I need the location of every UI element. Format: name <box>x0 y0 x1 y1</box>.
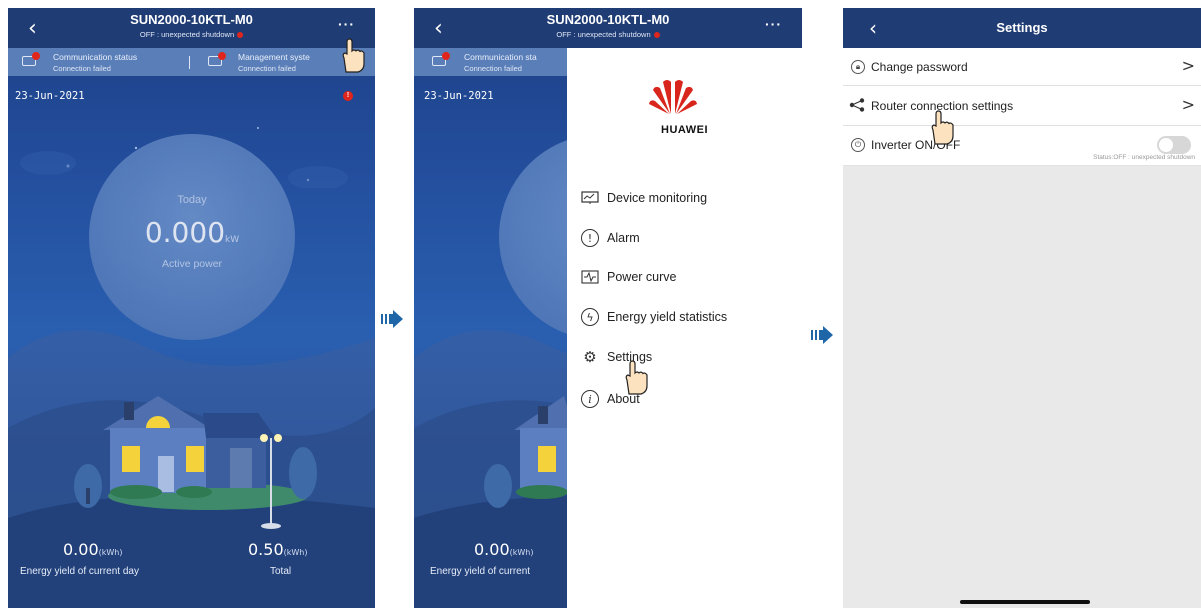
device-status-text: OFF : unexpected shutdown <box>139 30 235 39</box>
device-header: ‹ SUN2000-10KTL-M0 OFF : unexpected shut… <box>414 8 802 48</box>
day-yield-value: 0.00(kWh) <box>474 540 533 559</box>
device-status: OFF : unexpected shutdown <box>8 30 375 39</box>
day-yield-unit: (kWh) <box>509 548 534 557</box>
gear-icon: ⚙ <box>583 348 597 366</box>
home-screen: ‹ SUN2000-10KTL-M0 OFF : unexpected shut… <box>8 8 375 608</box>
curve-icon <box>581 268 599 286</box>
management-status-label: Management syste <box>238 52 310 62</box>
communication-error-icon <box>22 52 40 66</box>
info-icon: i <box>581 390 599 408</box>
energy-icon: ϟ <box>581 308 599 326</box>
today-label: Today <box>177 194 207 206</box>
settings-screen: ‹ Settings 🔒︎ Change password > Router c… <box>843 8 1201 608</box>
menu-item-label: Alarm <box>607 231 640 245</box>
menu-item-alarm[interactable]: ! Alarm <box>581 226 640 250</box>
status-dot-icon <box>237 32 244 39</box>
day-yield-unit: (kWh) <box>98 548 123 557</box>
status-divider <box>189 56 190 69</box>
menu-item-device-monitoring[interactable]: Device monitoring <box>581 186 707 210</box>
day-yield-value: 0.00(kWh) <box>63 540 122 559</box>
alarm-icon: ! <box>581 229 599 247</box>
active-power-label: Active power <box>161 258 223 270</box>
menu-item-label: Device monitoring <box>607 191 708 205</box>
communication-status-value: Connection failed <box>464 64 522 73</box>
share-icon <box>849 98 865 112</box>
management-error-icon <box>208 52 226 66</box>
settings-row-change-password[interactable]: 🔒︎ Change password > <box>843 48 1201 86</box>
settings-row-label: Change password <box>871 60 968 74</box>
settings-title: Settings <box>996 20 1048 35</box>
day-yield-label: Energy yield of current day <box>20 566 139 577</box>
settings-row-router-connection[interactable]: Router connection settings > <box>843 86 1201 126</box>
tap-hand-icon <box>931 110 954 145</box>
tap-hand-icon <box>625 360 648 395</box>
home-indicator[interactable] <box>960 600 1090 604</box>
power-number: 0.000 <box>144 216 226 249</box>
total-yield-label: Total <box>270 566 292 577</box>
chevron-right-icon: > <box>1181 95 1195 114</box>
device-status: OFF : unexpected shutdown <box>414 30 802 39</box>
device-title: SUN2000-10KTL-M0 <box>546 12 670 27</box>
device-status-text: OFF : unexpected shutdown <box>556 30 651 39</box>
menu-item-label: Energy yield statistics <box>607 310 728 324</box>
date-label: 23-Jun-2021 <box>15 90 85 102</box>
inverter-toggle[interactable] <box>1157 136 1191 154</box>
flow-arrow-icon <box>811 326 833 344</box>
communication-status-value: Connection failed <box>53 64 111 73</box>
connection-status-bar: Communication status Connection failed M… <box>8 48 375 76</box>
power-unit: kW <box>225 235 240 245</box>
day-yield-label: Energy yield of current <box>430 566 531 577</box>
total-yield-value: 0.50(kWh) <box>248 540 307 559</box>
communication-status-label: Communication sta <box>464 52 537 62</box>
lock-icon: 🔒︎ <box>851 60 865 74</box>
total-yield-unit: (kWh) <box>283 548 308 557</box>
tap-hand-icon <box>342 38 365 73</box>
more-menu-button[interactable]: ··· <box>338 16 355 32</box>
huawei-wordmark: HUAWEI <box>661 124 708 136</box>
flow-arrow-icon <box>381 310 403 328</box>
monitor-icon <box>581 189 599 207</box>
menu-item-label: Power curve <box>607 270 677 284</box>
day-yield-number: 0.00 <box>63 540 99 559</box>
device-header: ‹ SUN2000-10KTL-M0 OFF : unexpected shut… <box>8 8 375 48</box>
communication-status-label: Communication status <box>53 52 138 62</box>
menu-screen: ‹ SUN2000-10KTL-M0 OFF : unexpected shut… <box>414 8 802 608</box>
more-menu-button[interactable]: ··· <box>765 16 782 32</box>
management-status-value: Connection failed <box>238 64 296 73</box>
chevron-right-icon: > <box>1181 56 1195 75</box>
status-dot-icon <box>653 32 660 39</box>
device-title: SUN2000-10KTL-M0 <box>130 12 253 27</box>
alarm-badge[interactable]: ! <box>343 91 353 101</box>
inverter-status-note: Status:OFF : unexpected shutdown <box>1093 154 1195 161</box>
settings-row-inverter-onoff[interactable]: ⏻ Inverter ON/OFF Status:OFF : unexpecte… <box>843 126 1201 166</box>
menu-item-power-curve[interactable]: Power curve <box>581 265 676 289</box>
date-label: 23-Jun-2021 <box>424 90 494 102</box>
menu-item-energy-yield-statistics[interactable]: ϟ Energy yield statistics <box>581 305 727 329</box>
settings-header: ‹ Settings <box>843 8 1201 48</box>
active-power-value: 0.000kW <box>89 216 295 249</box>
total-yield-number: 0.50 <box>248 540 284 559</box>
side-menu-drawer: HUAWEI Device monitoring ! Alarm Power c… <box>567 48 802 608</box>
power-icon: ⏻ <box>851 138 865 152</box>
huawei-logo-icon <box>649 80 697 114</box>
communication-error-icon <box>432 52 450 66</box>
day-yield-number: 0.00 <box>474 540 510 559</box>
